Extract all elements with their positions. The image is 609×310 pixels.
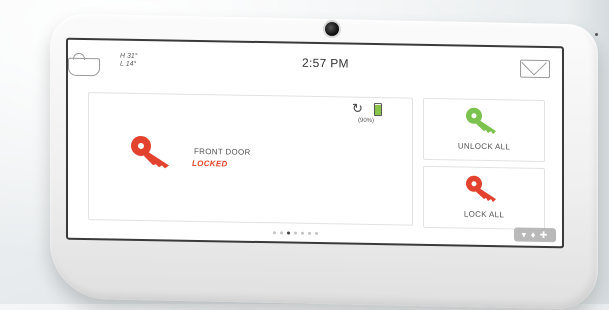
status-header: H 31° L 14° 2:57 PM — [68, 40, 562, 93]
key-icon — [131, 135, 169, 169]
page-dot[interactable] — [280, 231, 283, 235]
touch-screen: H 31° L 14° 2:57 PM ↻ (90%) FRONT DOOR L… — [66, 37, 564, 249]
emergency-button[interactable]: ▾ ♦ ✚ — [514, 227, 556, 243]
envelope-icon[interactable] — [520, 59, 550, 79]
door-status: LOCKED — [192, 158, 228, 169]
refresh-icon[interactable]: ↻ — [352, 101, 363, 116]
page-dot[interactable] — [301, 231, 304, 235]
front-door-tile[interactable]: ↻ (90%) FRONT DOOR LOCKED — [88, 92, 413, 226]
weather-icon — [68, 57, 100, 77]
key-icon — [466, 107, 496, 135]
page-dot[interactable] — [294, 231, 297, 235]
page-dot[interactable] — [273, 231, 276, 235]
weather-widget[interactable]: H 31° L 14° — [68, 53, 138, 77]
door-name: FRONT DOOR — [194, 146, 251, 157]
indicator-light — [595, 33, 598, 36]
device-status: ↻ (90%) — [344, 101, 404, 131]
page-dot[interactable] — [308, 231, 311, 235]
key-icon — [466, 175, 496, 203]
battery-icon — [374, 103, 382, 117]
page-dot[interactable] — [315, 232, 318, 236]
unlock-all-label: UNLOCK ALL — [457, 141, 511, 152]
camera-icon — [325, 22, 339, 36]
clock: 2:57 PM — [302, 55, 349, 71]
unlock-all-button[interactable]: UNLOCK ALL — [423, 97, 545, 163]
battery-level: (90%) — [358, 117, 375, 125]
lock-all-label: LOCK ALL — [463, 209, 505, 220]
page-dot[interactable] — [287, 231, 290, 235]
lock-all-button[interactable]: LOCK ALL — [423, 165, 545, 231]
temp-low: L 14° — [120, 60, 137, 68]
